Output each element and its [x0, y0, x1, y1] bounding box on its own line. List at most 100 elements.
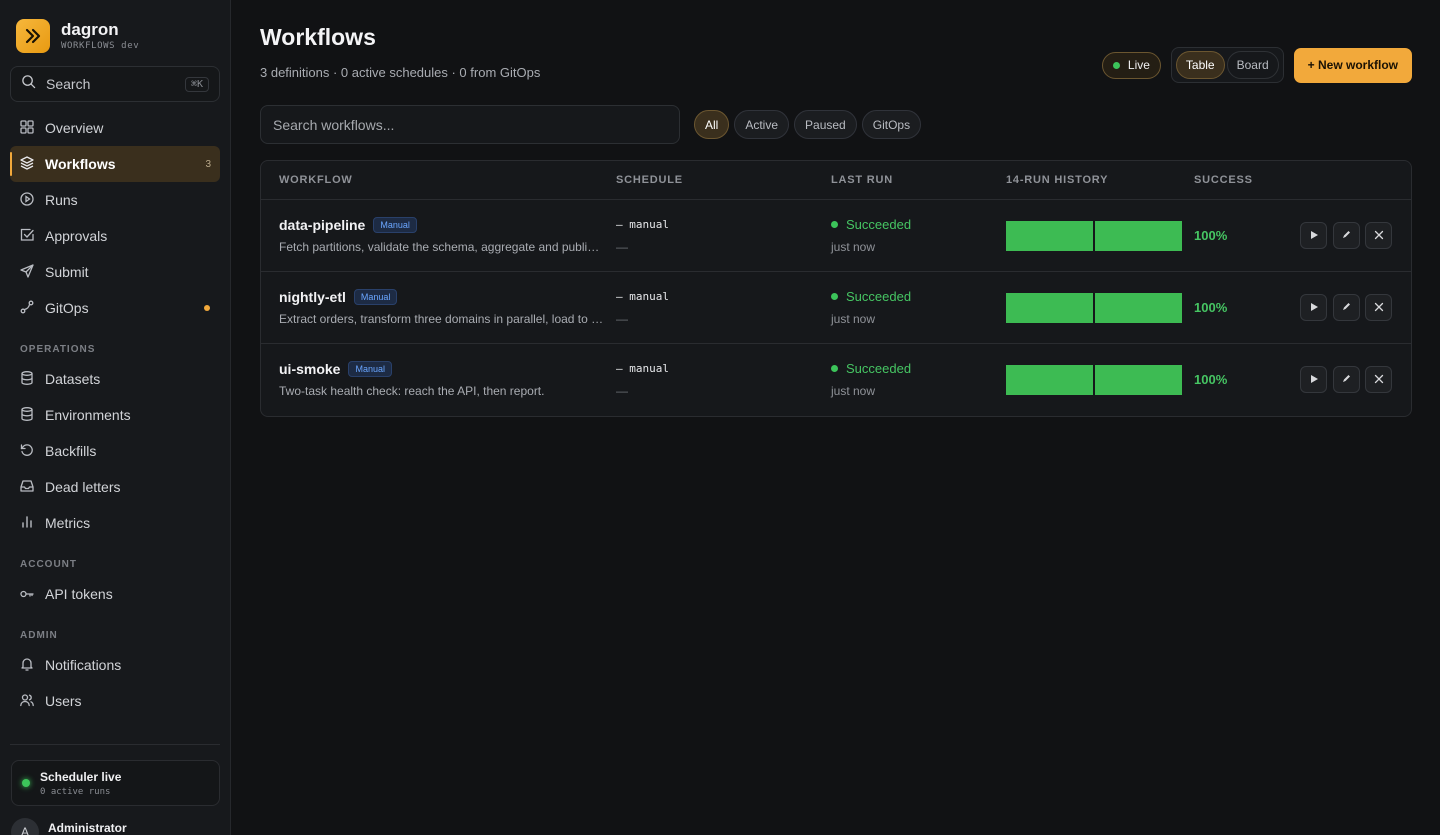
header-workflow[interactable]: WORKFLOW	[279, 174, 353, 186]
section-account: ACCOUNT	[20, 559, 77, 570]
sidebar-item-label: Backfills	[45, 443, 97, 459]
brand-name: dagron	[61, 20, 119, 39]
brand[interactable]: dagron WORKFLOWS dev	[0, 0, 230, 56]
database-icon	[19, 406, 35, 425]
filter-paused[interactable]: Paused	[794, 110, 857, 139]
sidebar-item-label: Dead letters	[45, 479, 121, 495]
close-icon	[1374, 371, 1384, 389]
run-button[interactable]	[1300, 222, 1327, 249]
user-name: Administrator	[48, 821, 127, 835]
header-last-run[interactable]: LAST RUN	[831, 174, 893, 186]
history-bar[interactable]	[1006, 365, 1093, 395]
key-icon	[19, 585, 35, 604]
edit-button[interactable]	[1332, 294, 1360, 321]
history-bar[interactable]	[1095, 365, 1182, 395]
edit-button[interactable]	[1332, 366, 1360, 393]
sidebar-item-environments[interactable]: Environments	[10, 397, 220, 433]
sidebar-search[interactable]: Search ⌘K	[10, 66, 220, 102]
status-label: Succeeded	[846, 289, 912, 304]
nav-main: Overview Workflows 3 Runs Approvals Subm…	[0, 110, 230, 326]
sidebar-item-metrics[interactable]: Metrics	[10, 505, 220, 541]
play-icon	[1309, 299, 1319, 317]
database-icon	[19, 370, 35, 389]
sidebar-item-label: Approvals	[45, 228, 108, 244]
sidebar-item-notifications[interactable]: Notifications	[10, 647, 220, 683]
trigger-badge: Manual	[373, 217, 417, 233]
sidebar-item-label: Environments	[45, 407, 131, 423]
sidebar-item-overview[interactable]: Overview	[10, 110, 220, 146]
git-branch-icon	[19, 299, 35, 318]
sidebar-item-label: Metrics	[45, 515, 91, 531]
view-table-button[interactable]: Table	[1175, 51, 1225, 79]
sidebar-item-submit[interactable]: Submit	[10, 254, 220, 290]
top-actions: Live Table Board + New workflow	[1101, 47, 1412, 83]
table-row[interactable]: nightly-etl Manual Extract orders, trans…	[261, 272, 1411, 344]
sidebar-item-backfills[interactable]: Backfills	[10, 433, 220, 469]
rotate-ccw-icon	[19, 442, 35, 461]
filter-active[interactable]: Active	[734, 110, 790, 139]
page-subtitle: 3 definitions · 0 active schedules · 0 f…	[260, 65, 541, 80]
delete-button[interactable]	[1365, 366, 1392, 393]
status-badge: Succeeded	[831, 289, 911, 304]
status-label: Succeeded	[846, 361, 912, 376]
row-actions	[1300, 222, 1398, 249]
sidebar-item-label: Notifications	[45, 657, 122, 673]
check-square-icon	[19, 227, 35, 246]
sidebar-item-datasets[interactable]: Datasets	[10, 361, 220, 397]
scheduler-status[interactable]: Scheduler live 0 active runs	[11, 760, 220, 806]
gitops-indicator	[204, 305, 210, 311]
scheduler-subtitle: 0 active runs	[40, 786, 111, 797]
brand-subtitle: WORKFLOWS	[61, 41, 116, 51]
history-bar[interactable]	[1095, 293, 1182, 323]
sidebar-item-approvals[interactable]: Approvals	[10, 218, 220, 254]
bar-chart-icon	[19, 514, 35, 533]
workflow-description: Two-task health check: reach the API, th…	[279, 384, 545, 398]
row-actions	[1300, 366, 1398, 393]
logo-icon	[16, 19, 50, 53]
history-bar[interactable]	[1006, 221, 1093, 251]
edit-button[interactable]	[1332, 222, 1360, 249]
header-success[interactable]: SUCCESS	[1194, 174, 1253, 186]
workflow-name[interactable]: data-pipeline	[279, 217, 365, 233]
status-dot	[831, 293, 838, 300]
filter-gitops[interactable]: GitOps	[861, 110, 922, 139]
users-icon	[19, 692, 35, 711]
workflow-name[interactable]: nightly-etl	[279, 289, 346, 305]
header-schedule[interactable]: SCHEDULE	[616, 174, 683, 186]
delete-button[interactable]	[1365, 222, 1392, 249]
sidebar-item-api-tokens[interactable]: API tokens	[10, 576, 220, 612]
sidebar-item-runs[interactable]: Runs	[10, 182, 220, 218]
run-button[interactable]	[1300, 366, 1327, 393]
last-run-time: just now	[831, 384, 876, 398]
new-workflow-button[interactable]: + New workflow	[1293, 47, 1412, 83]
shortcut-badge: ⌘K	[184, 76, 209, 92]
sidebar-item-dead-letters[interactable]: Dead letters	[10, 469, 220, 505]
run-history	[1006, 221, 1184, 251]
sidebar-item-label: Workflows	[45, 156, 116, 172]
view-board-button[interactable]: Board	[1226, 51, 1279, 79]
filter-all[interactable]: All	[694, 110, 730, 139]
run-button[interactable]	[1300, 294, 1327, 321]
section-admin: ADMIN	[20, 630, 58, 641]
row-actions	[1300, 294, 1398, 321]
trigger-badge: Manual	[353, 289, 398, 305]
sidebar-item-workflows[interactable]: Workflows 3	[10, 146, 220, 182]
workflow-name[interactable]: ui-smoke	[279, 361, 340, 377]
delete-button[interactable]	[1365, 294, 1392, 321]
sidebar-item-gitops[interactable]: GitOps	[10, 290, 220, 326]
sidebar-item-users[interactable]: Users	[10, 683, 220, 719]
sidebar-item-label: API tokens	[45, 586, 113, 602]
workflow-search-input[interactable]	[260, 105, 680, 144]
history-bar[interactable]	[1095, 221, 1182, 251]
app-shell: dagron WORKFLOWS dev Search ⌘K Overview W…	[0, 0, 1440, 835]
main-content: Workflows 3 definitions · 0 active sched…	[231, 0, 1440, 835]
live-toggle[interactable]: Live	[1101, 51, 1161, 79]
section-operations: OPERATIONS	[20, 344, 96, 355]
table-row[interactable]: data-pipeline Manual Fetch partitions, v…	[261, 200, 1411, 272]
success-rate: 100%	[1194, 300, 1228, 315]
table-header: WORKFLOW SCHEDULE LAST RUN 14-RUN HISTOR…	[261, 161, 1411, 200]
user-menu[interactable]: A Administrator	[11, 818, 127, 835]
history-bar[interactable]	[1006, 293, 1093, 323]
sidebar-item-label: GitOps	[45, 300, 89, 316]
table-row[interactable]: ui-smoke Manual Two-task health check: r…	[261, 344, 1411, 416]
